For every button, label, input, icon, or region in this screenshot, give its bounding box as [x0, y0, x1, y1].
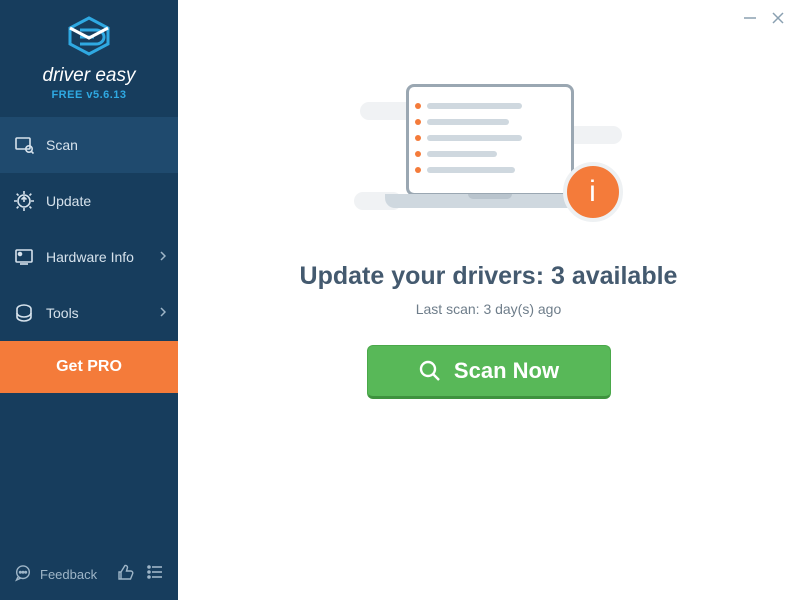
sidebar-item-label: Hardware Info [46, 249, 134, 265]
list-icon[interactable] [146, 563, 164, 586]
update-icon [14, 191, 34, 211]
scan-icon [14, 135, 34, 155]
main-panel: i Update your drivers: 3 available Last … [178, 0, 799, 600]
thumbs-up-icon[interactable] [116, 563, 134, 586]
get-pro-label: Get PRO [56, 358, 122, 376]
feedback-label: Feedback [40, 567, 97, 582]
hardware-icon [14, 247, 34, 267]
feedback-button[interactable]: Feedback [14, 564, 97, 585]
last-scan-text: Last scan: 3 day(s) ago [416, 301, 562, 317]
scan-now-label: Scan Now [454, 358, 559, 384]
scan-illustration: i [354, 72, 624, 242]
chevron-right-icon [160, 250, 166, 264]
sidebar-footer: Feedback [0, 553, 178, 600]
get-pro-button[interactable]: Get PRO [0, 341, 178, 393]
logo-icon [0, 16, 178, 61]
sidebar-item-label: Scan [46, 137, 78, 153]
info-badge-icon: i [563, 162, 623, 222]
app-window: driver easy FREE v5.6.13 Scan [0, 0, 799, 600]
app-name: driver easy [0, 65, 178, 87]
nav: Scan Update [0, 117, 178, 393]
window-controls [743, 10, 785, 28]
sidebar-item-label: Update [46, 193, 91, 209]
content: i Update your drivers: 3 available Last … [178, 0, 799, 399]
app-version: FREE v5.6.13 [0, 89, 178, 101]
chevron-right-icon [160, 306, 166, 320]
sidebar-item-label: Tools [46, 305, 79, 321]
sidebar-item-update[interactable]: Update [0, 173, 178, 229]
footer-right [116, 563, 164, 586]
minimize-button[interactable] [743, 10, 757, 28]
search-icon [418, 359, 442, 383]
logo-block: driver easy FREE v5.6.13 [0, 0, 178, 111]
sidebar-item-tools[interactable]: Tools [0, 285, 178, 341]
close-button[interactable] [771, 10, 785, 28]
sidebar: driver easy FREE v5.6.13 Scan [0, 0, 178, 600]
sidebar-item-hardware-info[interactable]: Hardware Info [0, 229, 178, 285]
headline: Update your drivers: 3 available [300, 262, 678, 291]
sidebar-item-scan[interactable]: Scan [0, 117, 178, 173]
scan-now-button[interactable]: Scan Now [367, 345, 611, 399]
tools-icon [14, 303, 34, 323]
feedback-icon [14, 564, 32, 585]
